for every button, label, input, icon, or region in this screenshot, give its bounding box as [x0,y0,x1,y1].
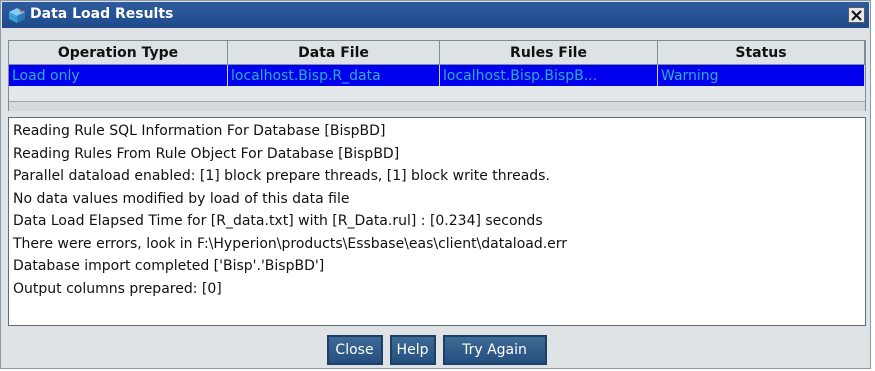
log-line: Reading Rules From Rule Object For Datab… [13,145,400,162]
cube-icon [8,7,26,24]
close-window-button[interactable] [848,7,865,23]
cell-data-file: localhost.Bisp.R_data [228,65,440,86]
horizontal-scrollbar[interactable] [9,101,865,111]
window-title: Data Load Results [30,6,174,22]
log-line: Database import completed ['Bisp'.'BispB… [13,258,325,274]
log-line: No data values modified by load of this … [13,190,350,207]
cell-status: Warning [658,65,865,86]
try-again-button[interactable]: Try Again [442,335,547,365]
cell-operation-type: Load only [9,65,228,86]
table-header: Operation Type Data File Rules File Stat… [9,41,865,65]
close-button[interactable]: Close [326,335,383,365]
log-line: There were errors, look in F:\Hyperion\p… [13,235,568,252]
log-line: Output columns prepared: [0] [13,280,222,297]
data-load-results-dialog: Data Load Results Operation Type Data Fi… [0,0,871,369]
column-header-status[interactable]: Status [658,41,865,65]
column-header-operation-type[interactable]: Operation Type [9,41,228,65]
log-line: Reading Rule SQL Information For Databas… [13,123,386,139]
column-header-data-file[interactable]: Data File [228,41,440,65]
help-button[interactable]: Help [389,335,436,365]
log-line: Parallel dataload enabled: [1] block pre… [13,168,550,184]
log-line: Data Load Elapsed Time for [R_data.txt] … [13,213,543,229]
table-row[interactable]: Load only localhost.Bisp.R_data localhos… [9,65,865,86]
button-bar: Close Help Try Again [1,335,872,367]
results-table: Operation Type Data File Rules File Stat… [8,40,866,111]
close-icon [851,6,862,25]
column-header-rules-file[interactable]: Rules File [440,41,658,65]
title-bar[interactable]: Data Load Results [2,2,869,28]
cell-rules-file: localhost.Bisp.BispB... [440,65,658,86]
log-text-area[interactable]: Reading Rule SQL Information For Databas… [8,117,866,326]
